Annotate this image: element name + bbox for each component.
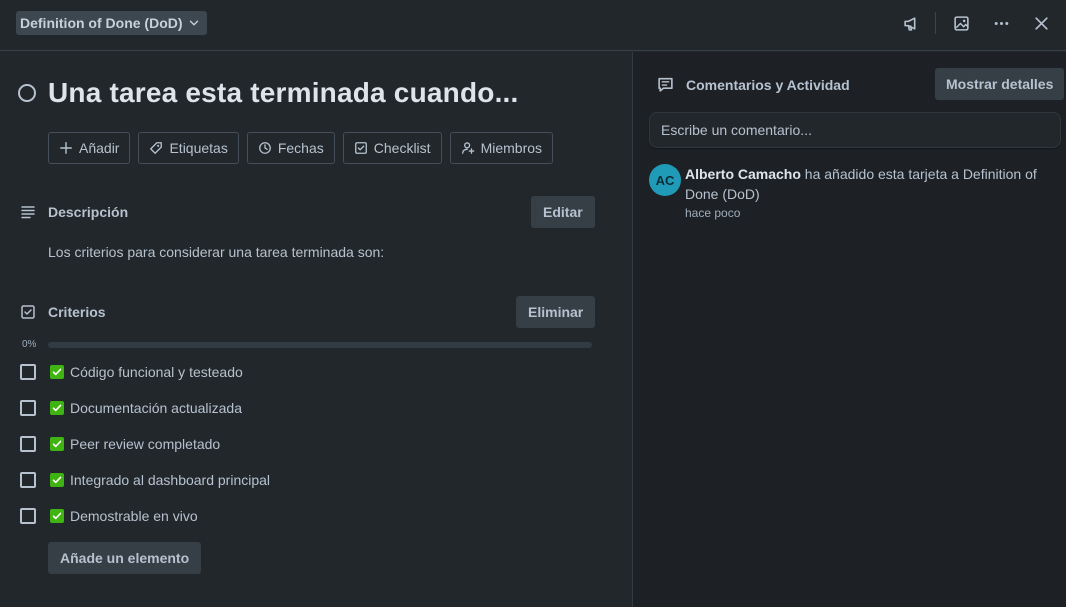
add-button[interactable]: Añadir <box>48 132 131 164</box>
description-header: Descripción <box>20 204 128 220</box>
tag-icon <box>150 142 163 154</box>
checklist-item[interactable]: Demostrable en vivo <box>20 504 198 528</box>
item-checkbox[interactable] <box>20 472 36 488</box>
checkbox-icon <box>354 142 367 154</box>
list-name: Definition of Done (DoD) <box>20 15 183 31</box>
edit-description-button[interactable]: Editar <box>531 196 595 228</box>
avatar[interactable]: AC <box>649 164 681 196</box>
clock-icon <box>258 142 271 154</box>
item-text[interactable]: Peer review completado <box>70 436 220 452</box>
activity-header: Comentarios y Actividad <box>657 76 850 93</box>
item-checkbox[interactable] <box>20 364 36 380</box>
close-button[interactable] <box>1026 8 1056 38</box>
check-mark-emoji-icon <box>50 401 64 415</box>
megaphone-icon <box>903 16 915 31</box>
dates-button[interactable]: Fechas <box>246 132 335 164</box>
item-text[interactable]: Documentación actualizada <box>70 400 242 416</box>
title-row: Una tarea esta terminada cuando... <box>18 77 519 109</box>
checkbox-icon <box>21 305 35 319</box>
cover-button[interactable] <box>946 8 976 38</box>
complete-toggle[interactable] <box>18 84 36 102</box>
progress-bar <box>48 342 592 348</box>
checklist-button-label: Checklist <box>373 140 431 156</box>
check-mark-emoji-icon <box>50 473 64 487</box>
delete-checklist-button[interactable]: Eliminar <box>516 296 596 328</box>
members-button-label: Miembros <box>480 140 543 156</box>
item-text[interactable]: Código funcional y testeado <box>70 364 243 380</box>
activity-time[interactable]: hace poco <box>685 206 1066 220</box>
labels-button-label: Etiquetas <box>169 140 228 156</box>
comment-icon <box>658 77 673 92</box>
top-bar: Definition of Done (DoD) <box>0 0 1066 51</box>
checklist-item[interactable]: Peer review completado <box>20 432 220 456</box>
description-heading: Descripción <box>48 204 129 220</box>
image-icon <box>953 15 969 31</box>
activity-heading: Comentarios y Actividad <box>686 76 850 93</box>
more-button[interactable] <box>986 8 1016 38</box>
activity-entry: AC Alberto Camacho ha añadido esta tarje… <box>649 164 1066 220</box>
activity-user[interactable]: Alberto Camacho <box>685 166 801 182</box>
progress-percent: 0% <box>22 339 37 350</box>
person-add-icon <box>461 142 474 154</box>
item-checkbox[interactable] <box>20 436 36 452</box>
activity-sidebar: Comentarios y Actividad Mostrar detalles… <box>632 52 1066 607</box>
item-checkbox[interactable] <box>20 400 36 416</box>
description-text[interactable]: Los criterios para considerar una tarea … <box>48 244 384 260</box>
item-checkbox[interactable] <box>20 508 36 524</box>
close-icon <box>1034 16 1048 30</box>
check-mark-emoji-icon <box>50 509 64 523</box>
comment-input[interactable] <box>649 112 1061 148</box>
plus-icon <box>60 142 72 154</box>
top-icon-bar <box>886 8 1056 38</box>
checklist-item[interactable]: Código funcional y testeado <box>20 360 243 384</box>
checklist-header: Criterios <box>20 304 106 320</box>
activity-body: Alberto Camacho ha añadido esta tarjeta … <box>685 164 1066 220</box>
card-main: Una tarea esta terminada cuando... Añadi… <box>0 52 632 607</box>
check-mark-emoji-icon <box>50 437 64 451</box>
card-title[interactable]: Una tarea esta terminada cuando... <box>48 77 519 109</box>
labels-button[interactable]: Etiquetas <box>138 132 239 164</box>
activity-text: Alberto Camacho ha añadido esta tarjeta … <box>685 164 1066 204</box>
item-text[interactable]: Demostrable en vivo <box>70 508 198 524</box>
description-lines-icon <box>21 206 35 219</box>
checklist-item[interactable]: Documentación actualizada <box>20 396 242 420</box>
check-mark-emoji-icon <box>50 365 64 379</box>
divider <box>935 12 936 34</box>
checklist-heading[interactable]: Criterios <box>48 304 106 320</box>
show-details-button[interactable]: Mostrar detalles <box>935 68 1065 100</box>
card-actions: Añadir Etiquetas Fechas Checklist Miembr… <box>48 132 554 164</box>
more-horizontal-icon <box>994 21 1008 25</box>
members-button[interactable]: Miembros <box>449 132 554 164</box>
item-text[interactable]: Integrado al dashboard principal <box>70 472 270 488</box>
checklist-item[interactable]: Integrado al dashboard principal <box>20 468 270 492</box>
add-item-button[interactable]: Añade un elemento <box>48 542 202 574</box>
dates-button-label: Fechas <box>277 140 324 156</box>
list-selector[interactable]: Definition of Done (DoD) <box>16 11 207 35</box>
chevron-down-icon <box>189 20 198 26</box>
checklist-button[interactable]: Checklist <box>342 132 442 164</box>
megaphone-button[interactable] <box>896 8 926 38</box>
add-button-label: Añadir <box>79 140 120 156</box>
